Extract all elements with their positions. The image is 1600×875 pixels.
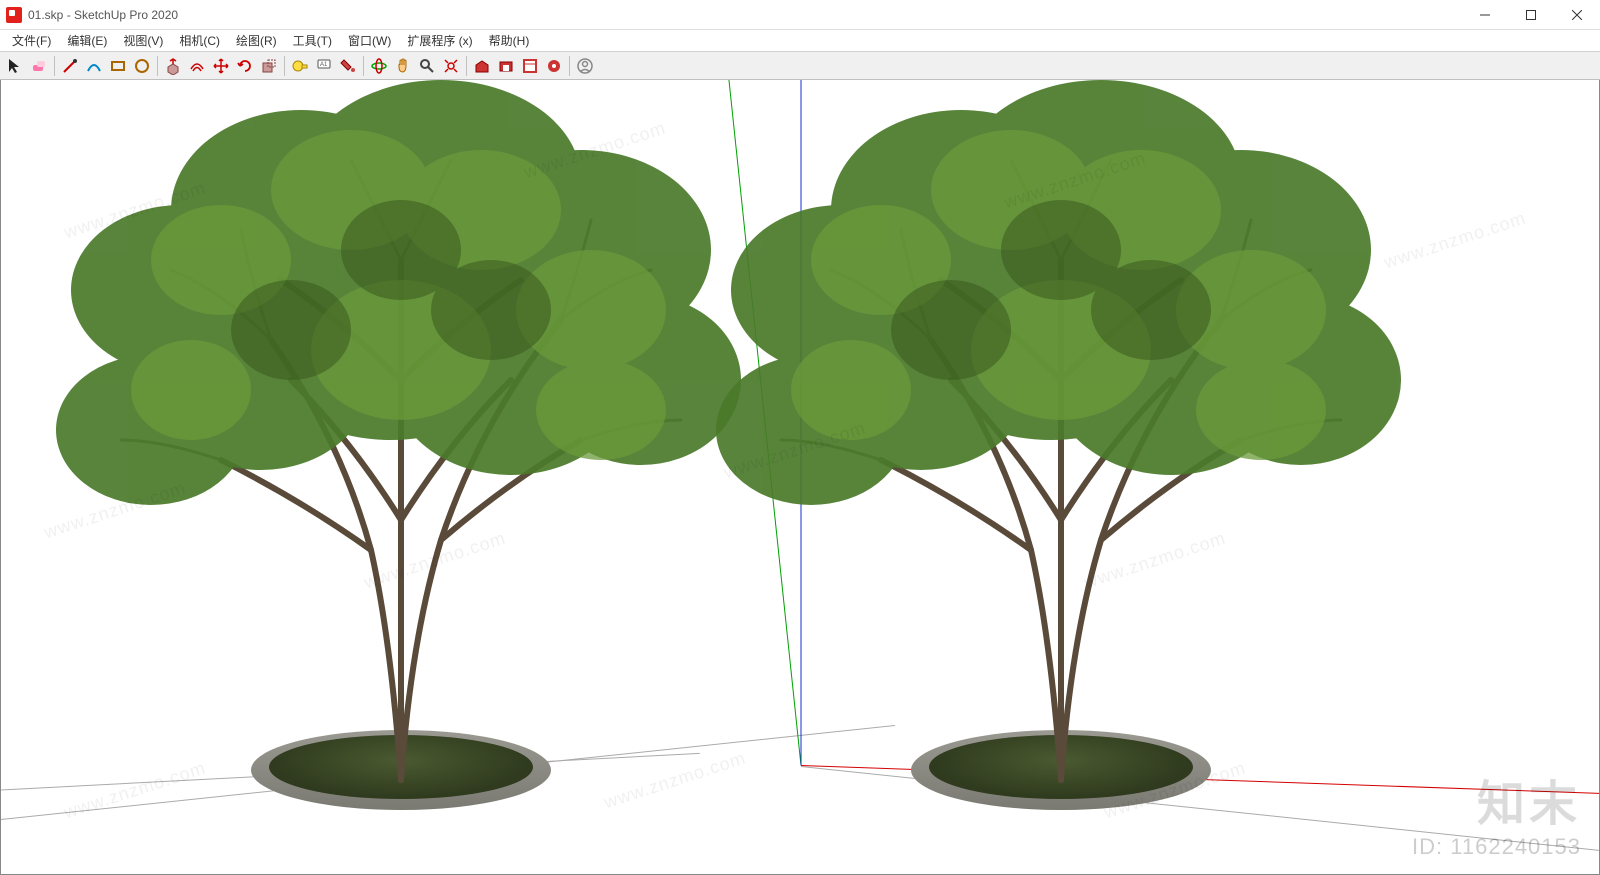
menu-edit[interactable]: 编辑(E) (59, 30, 115, 51)
tree-model (701, 80, 1401, 800)
menu-file[interactable]: 文件(F) (4, 30, 59, 51)
zoom-extents-tool[interactable] (440, 55, 462, 77)
menu-ext[interactable]: 扩展程序 (x) (399, 30, 480, 51)
rectangle-tool[interactable] (107, 55, 129, 77)
paint-tool[interactable] (337, 55, 359, 77)
watermark-text: www.znzmo.com (61, 758, 208, 824)
pan-tool[interactable] (392, 55, 414, 77)
watermark-text: www.znzmo.com (361, 528, 508, 594)
watermark-text: www.znzmo.com (41, 478, 188, 544)
circle-tool[interactable] (131, 55, 153, 77)
watermark-text: www.znzmo.com (61, 178, 208, 244)
axis-blue (801, 80, 802, 766)
menu-help[interactable]: 帮助(H) (481, 30, 538, 51)
watermark-text: www.znzmo.com (1081, 528, 1228, 594)
watermark-id: ID: 1162240153 (1412, 834, 1581, 860)
watermark-brand: 知末 (1477, 764, 1581, 834)
ext-warehouse-tool[interactable] (495, 55, 517, 77)
tree-model (41, 80, 741, 800)
menu-bar: 文件(F) 编辑(E) 视图(V) 相机(C) 绘图(R) 工具(T) 窗口(W… (0, 30, 1600, 52)
svg-text:A1: A1 (320, 62, 328, 68)
tree-planter (251, 730, 551, 810)
main-toolbar: A1 (0, 52, 1600, 80)
zoom-tool[interactable] (416, 55, 438, 77)
text-tool[interactable]: A1 (313, 55, 335, 77)
arc-tool[interactable] (83, 55, 105, 77)
layout-tool[interactable] (519, 55, 541, 77)
minimize-button[interactable] (1462, 0, 1508, 29)
pushpull-tool[interactable] (162, 55, 184, 77)
eraser-tool[interactable] (28, 55, 50, 77)
window-titlebar: 01.skp - SketchUp Pro 2020 (0, 0, 1600, 30)
ext-manager-tool[interactable] (543, 55, 565, 77)
user-tool[interactable] (574, 55, 596, 77)
offset-tool[interactable] (186, 55, 208, 77)
rotate-tool[interactable] (234, 55, 256, 77)
tree-planter (911, 730, 1211, 810)
app-icon (6, 7, 22, 23)
select-tool[interactable] (4, 55, 26, 77)
model-viewport[interactable]: www.znzmo.com www.znzmo.com www.znzmo.co… (0, 80, 1600, 875)
axis-green (722, 80, 801, 766)
watermark-text: www.znzmo.com (721, 418, 868, 484)
window-title: 01.skp - SketchUp Pro 2020 (28, 8, 1462, 22)
menu-view[interactable]: 视图(V) (115, 30, 171, 51)
close-button[interactable] (1554, 0, 1600, 29)
watermark-text: www.znzmo.com (521, 118, 668, 184)
menu-window[interactable]: 窗口(W) (340, 30, 399, 51)
move-tool[interactable] (210, 55, 232, 77)
watermark-text: www.znzmo.com (1381, 208, 1528, 274)
line-tool[interactable] (59, 55, 81, 77)
menu-draw[interactable]: 绘图(R) (228, 30, 285, 51)
menu-tools[interactable]: 工具(T) (285, 30, 340, 51)
warehouse-tool[interactable] (471, 55, 493, 77)
maximize-button[interactable] (1508, 0, 1554, 29)
orbit-tool[interactable] (368, 55, 390, 77)
tape-tool[interactable] (289, 55, 311, 77)
window-controls (1462, 0, 1600, 29)
scale-tool[interactable] (258, 55, 280, 77)
menu-camera[interactable]: 相机(C) (171, 30, 228, 51)
watermark-text: www.znzmo.com (1001, 148, 1148, 214)
